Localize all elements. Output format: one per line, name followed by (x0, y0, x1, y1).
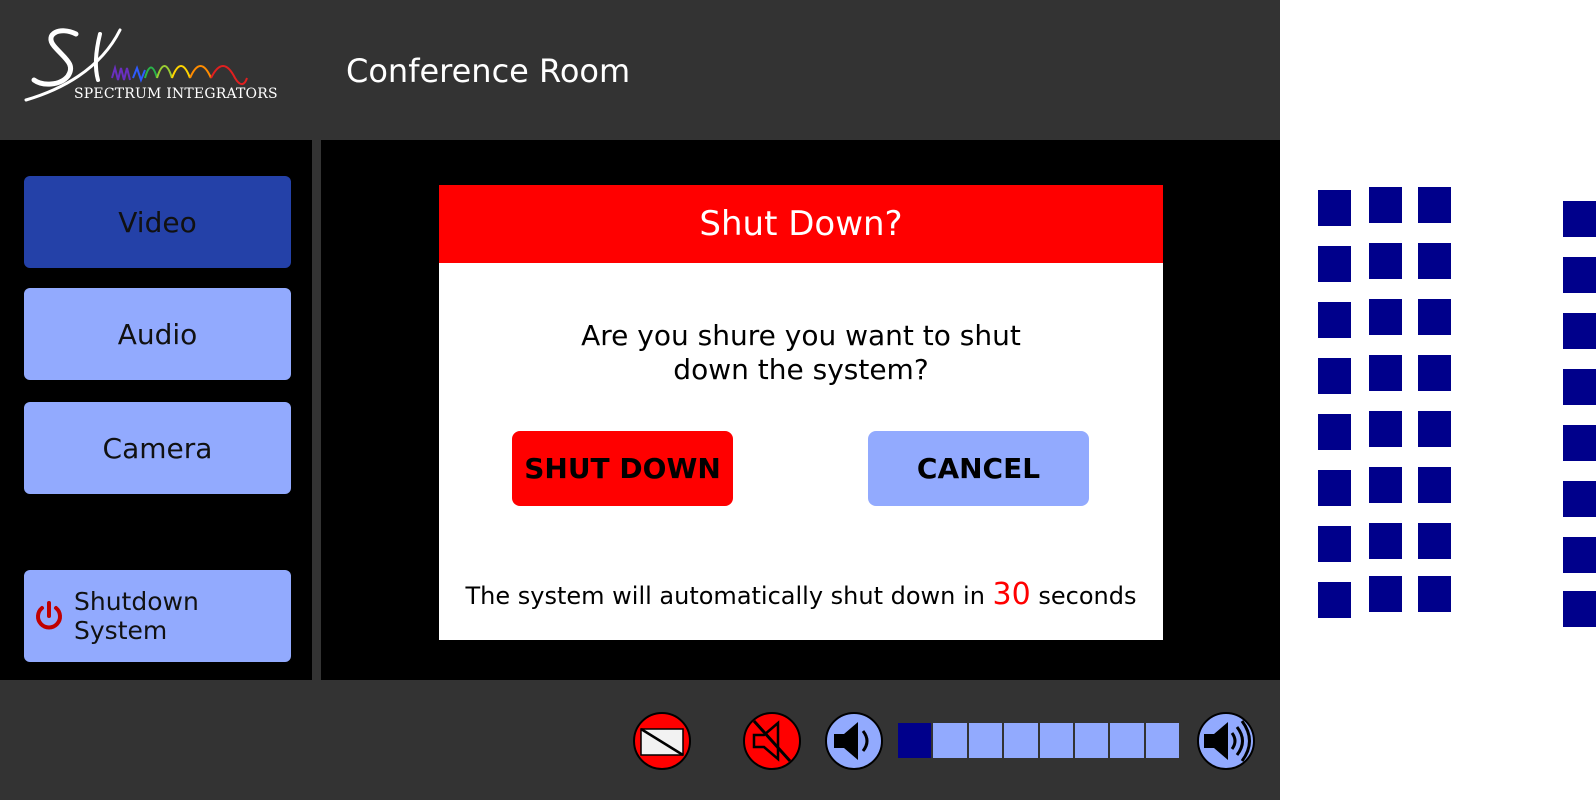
countdown-value: 30 (992, 577, 1031, 612)
nav-video-label: Video (118, 205, 197, 239)
grid-square (1318, 246, 1351, 282)
confirm-shutdown-label: SHUT DOWN (524, 452, 721, 485)
shutdown-system-label: Shutdown System (74, 587, 199, 645)
grid-square (1563, 537, 1596, 573)
grid-square (1418, 243, 1451, 279)
grid-square (1418, 576, 1451, 612)
confirm-shutdown-button[interactable]: SHUT DOWN (512, 431, 733, 506)
volume-segment (898, 723, 934, 758)
grid-square (1369, 355, 1402, 391)
grid-square (1418, 467, 1451, 503)
nav-video-button[interactable]: Video (24, 176, 291, 268)
grid-square (1318, 302, 1351, 338)
shutdown-dialog: Shut Down? Are you shure you want to shu… (439, 185, 1163, 640)
power-icon (36, 601, 62, 630)
grid-square (1563, 313, 1596, 349)
grid-square (1563, 369, 1596, 405)
grid-square (1318, 414, 1351, 450)
grid-square (1418, 187, 1451, 223)
logo-text: SPECTRUM INTEGRATORS (74, 86, 278, 102)
shutdown-system-button[interactable]: Shutdown System (24, 570, 291, 662)
nav-camera-label: Camera (102, 431, 213, 465)
grid-square (1418, 523, 1451, 559)
grid-square (1369, 576, 1402, 612)
grid-square (1563, 201, 1596, 237)
grid-square (1418, 411, 1451, 447)
grid-square (1318, 470, 1351, 506)
nav-audio-button[interactable]: Audio (24, 288, 291, 380)
volume-segment (1110, 723, 1146, 758)
grid-square (1318, 526, 1351, 562)
grid-square (1369, 467, 1402, 503)
nav-camera-button[interactable]: Camera (24, 402, 291, 494)
volume-segment (1004, 723, 1040, 758)
grid-square (1563, 481, 1596, 517)
grid-square (1563, 257, 1596, 293)
dialog-message-line1: Are you shure you want to shut (581, 319, 1021, 352)
header-bar: SPECTRUM INTEGRATORS Conference Room (0, 0, 1280, 140)
nav-audio-label: Audio (117, 317, 198, 351)
spectrum-integrators-logo: SPECTRUM INTEGRATORS (20, 20, 278, 110)
volume-up-icon[interactable] (1196, 711, 1256, 771)
volume-down-icon[interactable] (824, 711, 884, 771)
mute-icon[interactable] (742, 711, 802, 771)
grid-square (1418, 299, 1451, 335)
volume-segment (1039, 723, 1075, 758)
display-off-icon[interactable] (632, 711, 692, 771)
grid-square (1563, 591, 1596, 627)
room-title: Conference Room (346, 52, 631, 90)
volume-segment (1074, 723, 1111, 758)
dialog-message: Are you shure you want to shut down the … (439, 319, 1163, 387)
sidebar-divider (312, 140, 321, 680)
volume-segment (968, 723, 1005, 758)
volume-level-bar[interactable] (898, 723, 1179, 758)
dialog-message-line2: down the system? (673, 353, 929, 386)
grid-square (1369, 411, 1402, 447)
volume-segment (1145, 723, 1179, 758)
volume-segment (933, 723, 969, 758)
grid-square (1318, 582, 1351, 618)
grid-square (1318, 358, 1351, 394)
grid-square (1563, 425, 1596, 461)
grid-square (1369, 187, 1402, 223)
cancel-button[interactable]: CANCEL (868, 431, 1089, 506)
grid-square (1369, 299, 1402, 335)
countdown-text: The system will automatically shut down … (439, 577, 1163, 612)
grid-square (1318, 190, 1351, 226)
grid-square (1418, 355, 1451, 391)
grid-square (1369, 243, 1402, 279)
dialog-title: Shut Down? (439, 185, 1163, 263)
grid-square (1369, 523, 1402, 559)
cancel-label: CANCEL (916, 452, 1041, 485)
countdown-suffix: seconds (1038, 582, 1137, 610)
countdown-prefix: The system will automatically shut down … (465, 582, 985, 610)
